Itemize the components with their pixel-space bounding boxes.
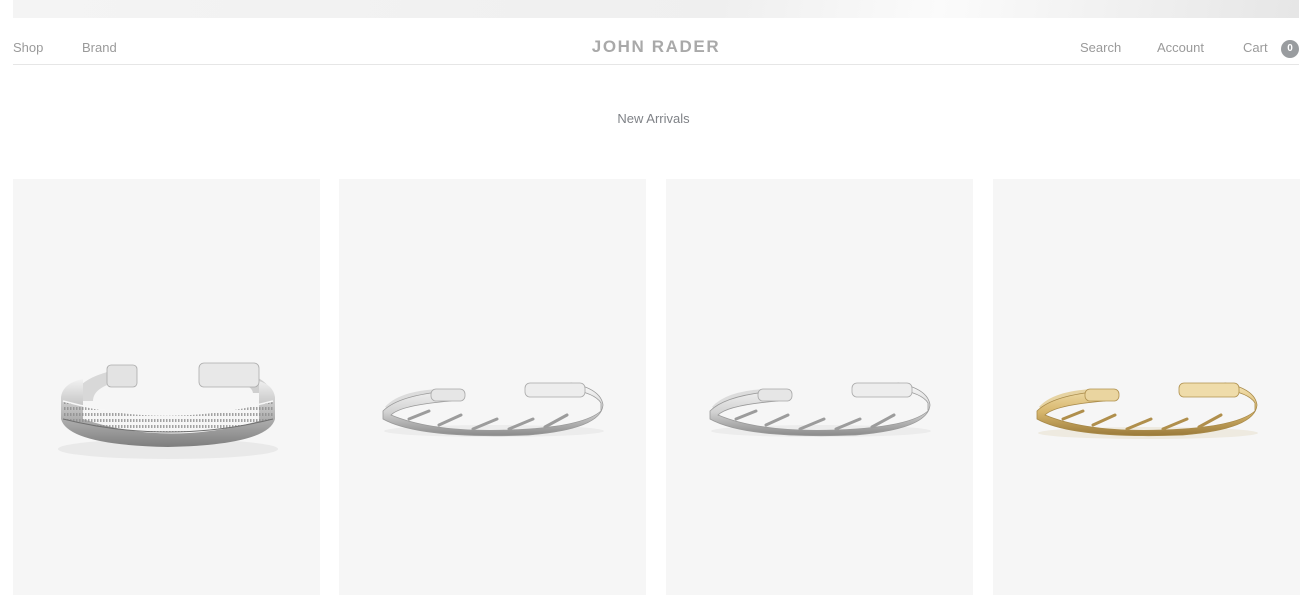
hero-banner-strip [13,0,1299,18]
nav-account-link[interactable]: Account [1157,41,1204,55]
brand-logo-text[interactable]: JOHN RADER [592,37,720,56]
nav-brand-link[interactable]: Brand [82,41,117,55]
product-image-textured-silver-cuff [58,362,278,459]
product-card[interactable] [13,179,320,595]
cart-count-badge[interactable]: 0 [1281,40,1299,58]
product-card[interactable] [993,179,1300,595]
product-image-twisted-silver-cuff [709,382,931,437]
product-card[interactable] [339,179,646,595]
nav-shop-link[interactable]: Shop [13,41,43,55]
site-header: Shop Brand JOHN RADER Search Account Car… [13,18,1299,65]
nav-search-link[interactable]: Search [1080,41,1121,55]
nav-cart-link[interactable]: Cart [1243,41,1268,55]
product-image-twisted-silver-cuff [382,382,604,437]
product-image-twisted-gold-cuff [1036,382,1258,439]
section-title: New Arrivals [617,111,690,126]
product-card[interactable] [666,179,973,595]
